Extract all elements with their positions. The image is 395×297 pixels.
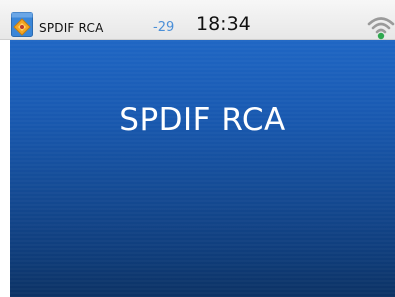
status-bar: SPDIF RCA -29 18:34 [0, 0, 395, 40]
wifi-signal-icon [367, 17, 395, 40]
spdif-input-icon [11, 12, 33, 37]
device-screen: SPDIF RCA -29 18:34 SPDIF RCA [0, 0, 395, 297]
panel-background [10, 40, 395, 297]
source-panel: SPDIF RCA [10, 40, 395, 297]
source-name-label: SPDIF RCA [39, 21, 104, 35]
source-title: SPDIF RCA [119, 102, 286, 138]
volume-level: -29 [153, 20, 175, 35]
clock-time: 18:34 [196, 13, 251, 35]
